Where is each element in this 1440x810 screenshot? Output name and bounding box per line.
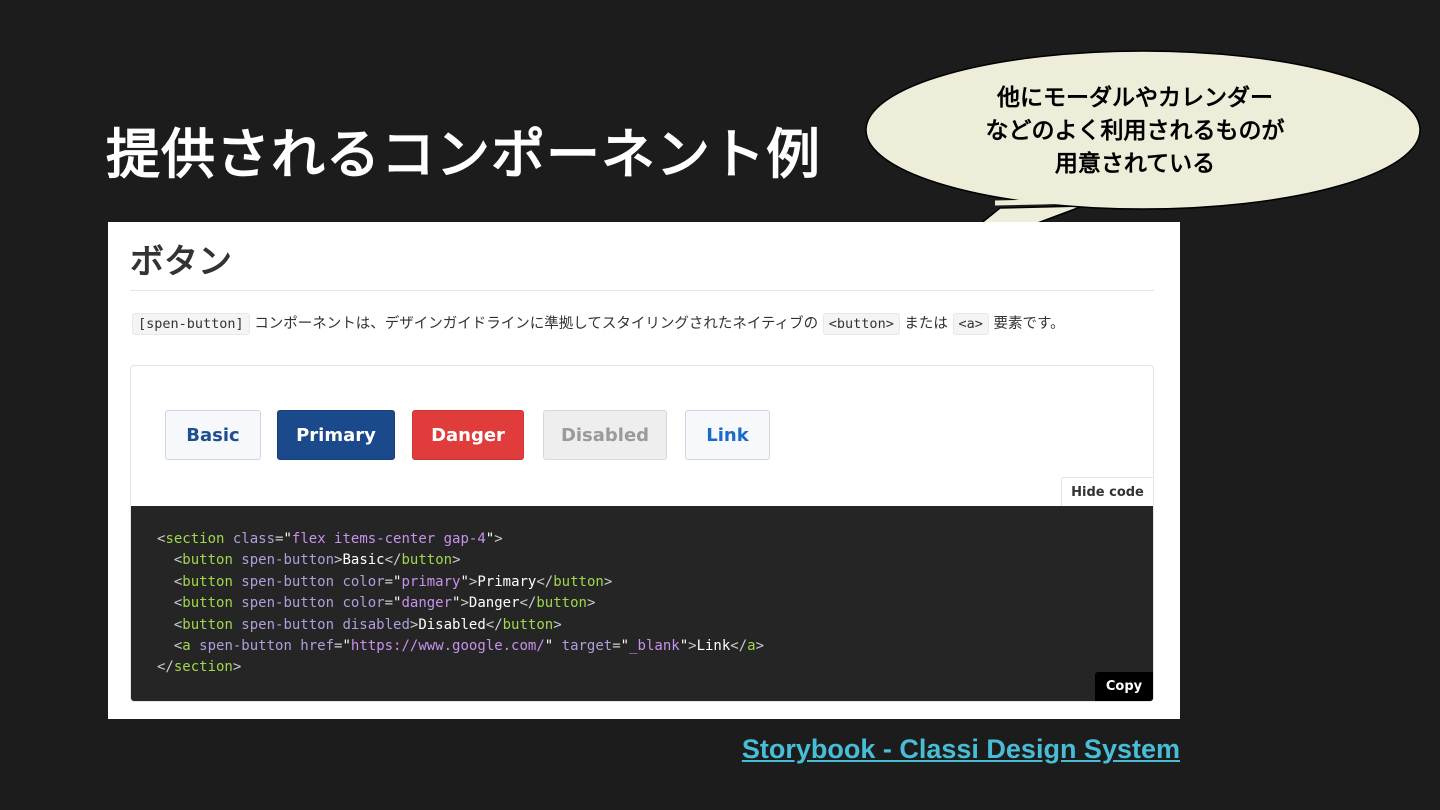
code-punct: " xyxy=(342,638,351,655)
link-button[interactable]: Link xyxy=(685,410,770,460)
callout-line-3: 用意されている xyxy=(1054,151,1216,177)
code-string: danger xyxy=(401,595,453,612)
code-line: <a spen-button href="https://www.google.… xyxy=(157,636,764,657)
section-heading: ボタン xyxy=(130,242,232,282)
disabled-button: Disabled xyxy=(543,410,667,460)
callout-text: 他にモーダルやカレンダー などのよく利用されるものが 用意されている xyxy=(905,82,1365,181)
code-punct: " xyxy=(485,531,495,547)
callout-line-1: 他にモーダルやカレンダー xyxy=(997,85,1273,111)
code-punct: </ xyxy=(485,616,503,633)
storybook-screenshot: ボタン [spen-button] コンポーネントは、デザインガイドラインに準拠… xyxy=(108,222,1180,719)
code-chip-button: <button> xyxy=(822,313,900,335)
code-tag: button xyxy=(182,616,233,633)
code-punct: </ xyxy=(536,573,554,590)
button-preview: Basic Primary Danger Disabled Link Hide … xyxy=(131,366,1153,507)
code-text: Disabled xyxy=(418,616,486,633)
code-punct: = xyxy=(384,595,394,612)
code-string: _blank xyxy=(629,638,680,655)
code-attr: spen-button xyxy=(232,552,335,569)
code-punct: </ xyxy=(730,638,748,655)
code-source: <section class="flex items-center gap-4"… xyxy=(157,529,764,679)
code-chip-a: <a> xyxy=(952,313,989,335)
code-punct: > xyxy=(688,638,697,655)
description-text-2: または xyxy=(899,316,953,332)
code-attr: target xyxy=(553,638,613,655)
code-line: <section class="flex items-center gap-4"… xyxy=(157,529,764,550)
code-punct: > xyxy=(452,552,461,569)
code-tag: button xyxy=(502,616,554,633)
story-canvas: Basic Primary Danger Disabled Link Hide … xyxy=(130,365,1154,702)
code-punct: = xyxy=(384,573,394,590)
code-punct: > xyxy=(755,638,765,655)
code-tag: a xyxy=(747,638,756,655)
code-string: primary xyxy=(401,573,461,590)
code-line: <button spen-button color="primary">Prim… xyxy=(157,572,764,593)
callout-line-2: などのよく利用されるものが xyxy=(985,118,1285,144)
code-tag: button xyxy=(182,573,233,590)
code-attr: spen-button color xyxy=(232,595,385,612)
code-tag: button xyxy=(401,552,453,569)
code-punct: " xyxy=(679,638,689,655)
slide-title: 提供されるコンポーネント例 xyxy=(106,123,821,186)
code-punct: > xyxy=(460,595,469,612)
copy-button[interactable]: Copy xyxy=(1095,672,1153,701)
code-punct: </ xyxy=(384,552,402,569)
code-text: Primary xyxy=(477,573,537,590)
code-text: Link xyxy=(696,638,731,655)
code-punct: > xyxy=(603,573,613,590)
code-tag: button xyxy=(182,595,233,612)
code-punct: > xyxy=(586,595,596,612)
code-tag: section xyxy=(173,659,233,676)
code-text: Basic xyxy=(342,552,385,569)
code-punct: " xyxy=(544,638,554,655)
code-string: flex items-center gap-4 xyxy=(291,531,486,547)
code-line: </section> xyxy=(157,657,764,678)
code-attr: spen-button disabled xyxy=(232,616,410,633)
component-description: [spen-button] コンポーネントは、デザインガイドラインに準拠してスタ… xyxy=(132,312,1172,335)
code-punct: " xyxy=(283,531,292,547)
code-punct: > xyxy=(494,531,503,547)
code-punct: = xyxy=(612,638,621,655)
danger-button[interactable]: Danger xyxy=(412,410,524,460)
code-line: <button spen-button color="danger">Dange… xyxy=(157,593,764,614)
description-text-1: コンポーネントは、デザインガイドラインに準拠してスタイリングされたネイティブの xyxy=(249,316,823,332)
primary-button[interactable]: Primary xyxy=(277,410,395,460)
hide-code-button[interactable]: Hide code xyxy=(1061,477,1153,507)
code-punct: </ xyxy=(519,595,537,612)
code-tag: button xyxy=(182,552,233,569)
code-chip-spen-button: [spen-button] xyxy=(132,313,250,335)
code-punct: > xyxy=(553,616,562,633)
basic-button[interactable]: Basic xyxy=(165,410,261,460)
code-text: Danger xyxy=(468,595,520,612)
code-punct: > xyxy=(232,659,242,676)
code-line: <button spen-button>Basic</button> xyxy=(157,550,764,571)
description-text-3: 要素です。 xyxy=(988,316,1065,332)
code-block: <section class="flex items-center gap-4"… xyxy=(131,506,1153,701)
code-tag: a xyxy=(182,638,191,655)
heading-divider xyxy=(130,290,1154,291)
code-punct: " xyxy=(460,573,469,590)
code-tag: button xyxy=(553,573,604,590)
source-link[interactable]: Storybook - Classi Design System xyxy=(742,734,1180,765)
code-line: <button spen-button disabled>Disabled</b… xyxy=(157,615,764,636)
code-punct: " xyxy=(620,638,630,655)
code-attr: spen-button href xyxy=(190,638,335,655)
code-punct: </ xyxy=(157,659,174,676)
code-tag: button xyxy=(536,595,587,612)
code-tag: section xyxy=(165,531,225,547)
code-string: https://www.google.com/ xyxy=(350,638,545,655)
code-attr: class xyxy=(224,531,276,547)
code-attr: spen-button color xyxy=(232,573,385,590)
